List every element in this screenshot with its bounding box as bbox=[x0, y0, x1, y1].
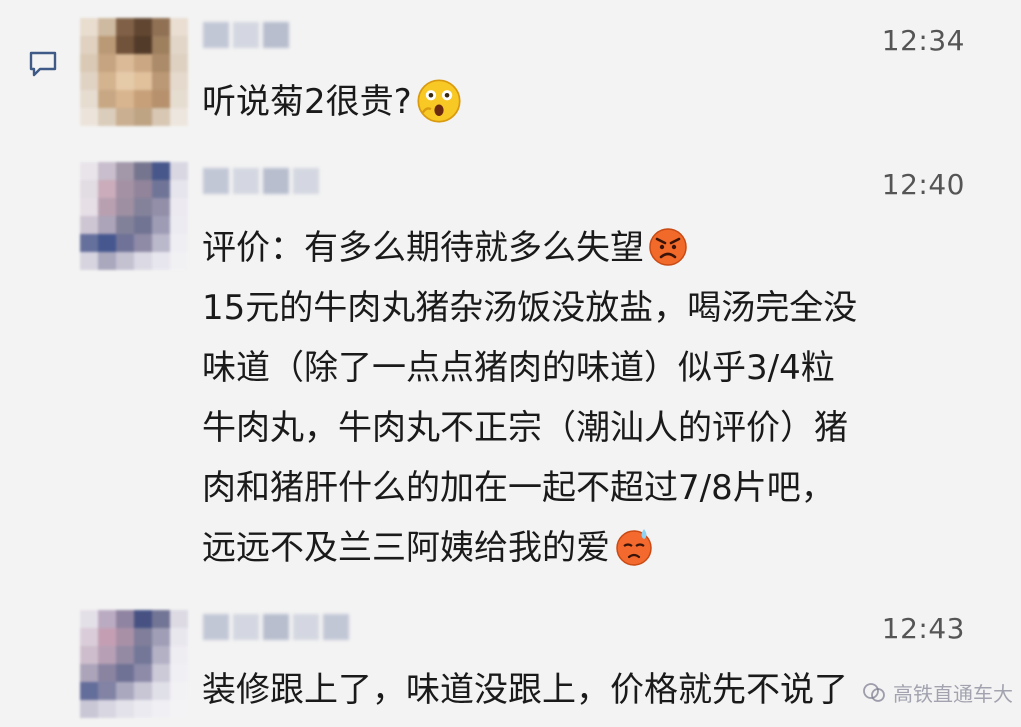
message-line: 听说菊2很贵? bbox=[202, 82, 412, 122]
quote-reply-icon[interactable] bbox=[27, 48, 59, 80]
watermark: 高铁直通车大 bbox=[861, 678, 1013, 707]
wechat-channel-icon bbox=[863, 682, 885, 702]
avatar[interactable] bbox=[80, 162, 188, 270]
shocked-face-icon bbox=[417, 78, 461, 123]
message-text[interactable]: 评价：有多么期待就多么失望 15元的牛肉丸猪杂汤饭没放盐，喝汤完全没 味道（除了… bbox=[202, 218, 992, 578]
sender-name-blurred[interactable] bbox=[203, 22, 289, 54]
angry-face-icon bbox=[649, 227, 687, 266]
sweating-face-icon bbox=[616, 528, 652, 566]
sender-name-blurred[interactable] bbox=[203, 168, 319, 200]
message-line: 远远不及兰三阿姨给我的爱 bbox=[202, 528, 610, 568]
message-timestamp: 12:43 bbox=[881, 612, 965, 645]
watermark-text: 高铁直通车大 bbox=[893, 682, 1013, 706]
message-timestamp: 12:40 bbox=[881, 168, 965, 201]
message-line: 15元的牛肉丸猪杂汤饭没放盐，喝汤完全没 bbox=[202, 288, 858, 328]
chat-screen: 12:34 听说菊2很贵? 12:40 评价：有多么期待就多么失望 15元的牛肉… bbox=[0, 0, 1021, 727]
message-text[interactable]: 听说菊2很贵? bbox=[202, 72, 992, 132]
message-line: 牛肉丸，牛肉丸不正宗（潮汕人的评价）猪 bbox=[202, 408, 848, 448]
avatar[interactable] bbox=[80, 18, 188, 126]
message-line: 肉和猪肝什么的加在一起不超过7/8片吧， bbox=[202, 468, 835, 508]
message-line: 评价：有多么期待就多么失望 bbox=[202, 228, 644, 268]
message-line: 味道（除了一点点猪肉的味道）似乎3/4粒 bbox=[202, 348, 835, 388]
sender-name-blurred[interactable] bbox=[203, 614, 349, 646]
message-timestamp: 12:34 bbox=[881, 24, 965, 57]
avatar[interactable] bbox=[80, 610, 188, 718]
